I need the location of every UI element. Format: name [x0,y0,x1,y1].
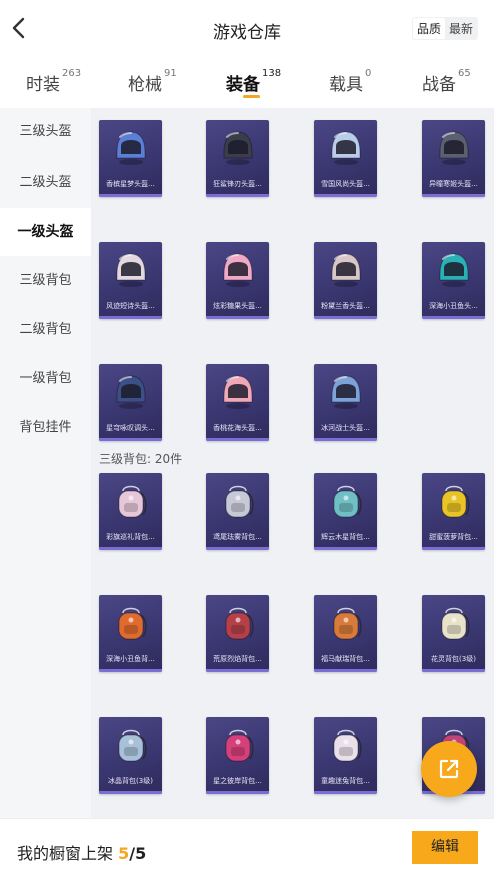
backpack-label: 深海小丑鱼背... [106,655,155,663]
helmet-label: 狂鲨锋刃头盔... [213,180,262,188]
tab-count: 0 [365,68,372,79]
backpack-label: 童趣迷兔背包... [321,777,370,785]
tab-supplies[interactable]: 战备65 [422,68,471,95]
backpack-label: 福马献瑞背包... [321,655,370,663]
helmet-card[interactable]: 冰河战士头盔... [314,364,377,441]
section-title: 三级背包: 20件 [99,452,183,466]
footer-bar: 我的橱窗上架 5/5 编辑 [0,818,494,875]
backpack-card[interactable]: 荒原烈焰背包... [206,595,269,672]
tab-vehicles[interactable]: 载具0 [329,68,372,95]
backpack-label: 荒原烈焰背包... [213,655,262,663]
sidebar-item-level2-helmet[interactable]: 二级头盔 [0,159,91,207]
helmet-label: 香槟星梦头盔... [106,180,155,188]
backpack-label: 彩旗巡礼背包... [106,533,155,541]
helmet-card[interactable]: 香桃花海头盔... [206,364,269,441]
helmet-card[interactable]: 狂鲨锋刃头盔... [206,120,269,197]
backpack-card[interactable]: 童趣迷兔背包... [314,717,377,794]
sidebar-item-level3-backpack[interactable]: 三级背包 [0,257,91,305]
header: 游戏仓库 品质 最新 [0,0,494,58]
backpack-card[interactable]: 冰晶背包(3级) [99,717,162,794]
backpack-card[interactable]: 星之彼岸背包... [206,717,269,794]
helmet-label: 雪国风尚头盔... [321,180,370,188]
backpack-label: 花灵背包(3级) [431,655,476,663]
helmet-card[interactable]: 炫彩糖果头盔... [206,242,269,319]
tab-count: 65 [458,68,471,79]
tab-label: 战备 [422,75,456,95]
backpack-label: 甜蜜菠萝背包... [429,533,478,541]
backpack-card[interactable]: 鸢尾珐雾背包... [206,473,269,550]
sidebar-item-level1-backpack[interactable]: 一级背包 [0,355,91,403]
item-grid: 香槟星梦头盔... 狂鲨锋刃头盔... 雪国风尚头盔... 异瞳寒姬头盔... 风迹短诗… [91,108,494,818]
helmet-card[interactable]: 香槟星梦头盔... [99,120,162,197]
tab-fashion[interactable]: 时装263 [26,68,82,95]
external-link-icon [439,759,459,779]
backpack-label: 辉云木星背包... [321,533,370,541]
share-button[interactable] [421,741,477,797]
helmet-card[interactable]: 深海小丑鱼头... [422,242,485,319]
sort-toggle: 品质 最新 [411,17,478,40]
showcase-total-count: /5 [129,844,147,863]
helmet-label: 深海小丑鱼头... [429,302,478,310]
helmet-label: 风迹短诗头盔... [106,302,155,310]
tab-guns[interactable]: 枪械91 [128,68,177,95]
helmet-card[interactable]: 风迹短诗头盔... [99,242,162,319]
sidebar: 三级头盔 二级头盔 一级头盔 三级背包 二级背包 一级背包 背包挂件 [0,108,91,818]
backpack-label: 冰晶背包(3级) [108,777,153,785]
backpack-label: 鸢尾珐雾背包... [213,533,262,541]
helmet-label: 炫彩糖果头盔... [213,302,262,310]
showcase-label: 我的橱窗上架 [17,844,114,863]
edit-button[interactable]: 编辑 [412,831,478,864]
tab-label: 枪械 [128,75,162,95]
helmet-card[interactable]: 异瞳寒姬头盔... [422,120,485,197]
tab-count: 263 [62,68,82,79]
helmet-label: 星穹咏叹调头... [106,424,155,432]
sidebar-item-level2-backpack[interactable]: 二级背包 [0,306,91,354]
helmet-label: 香桃花海头盔... [213,424,262,432]
tab-count: 138 [262,68,282,79]
helmet-card[interactable]: 雪国风尚头盔... [314,120,377,197]
backpack-card[interactable]: 彩旗巡礼背包... [99,473,162,550]
sort-quality-button[interactable]: 品质 [412,18,445,39]
sidebar-item-backpack-charm[interactable]: 背包挂件 [0,404,91,452]
sidebar-item-level1-helmet[interactable]: 一级头盔 [0,208,91,256]
backpack-card[interactable]: 甜蜜菠萝背包... [422,473,485,550]
helmet-label: 异瞳寒姬头盔... [429,180,478,188]
active-tab-indicator [243,95,260,98]
backpack-card[interactable]: 深海小丑鱼背... [99,595,162,672]
backpack-card[interactable]: 辉云木星背包... [314,473,377,550]
backpack-card[interactable]: 花灵背包(3级) [422,595,485,672]
helmet-card[interactable]: 星穹咏叹调头... [99,364,162,441]
category-tabs: 时装263 枪械91 装备138 载具0 战备65 [0,58,494,108]
backpack-card[interactable]: 福马献瑞背包... [314,595,377,672]
tab-label: 载具 [329,75,363,95]
helmet-label: 冰河战士头盔... [321,424,370,432]
helmet-label: 粉黛兰香头盔... [321,302,370,310]
sort-newest-button[interactable]: 最新 [445,18,477,39]
tab-label: 时装 [26,75,60,95]
tab-label: 装备 [226,75,260,95]
helmet-card[interactable]: 粉黛兰香头盔... [314,242,377,319]
showcase-current-count: 5 [118,844,130,863]
showcase-status: 我的橱窗上架 5/5 [17,840,146,864]
tab-count: 91 [164,68,177,79]
tab-equipment[interactable]: 装备138 [226,68,282,95]
backpack-label: 星之彼岸背包... [213,777,262,785]
sidebar-item-level3-helmet[interactable]: 三级头盔 [0,108,91,156]
